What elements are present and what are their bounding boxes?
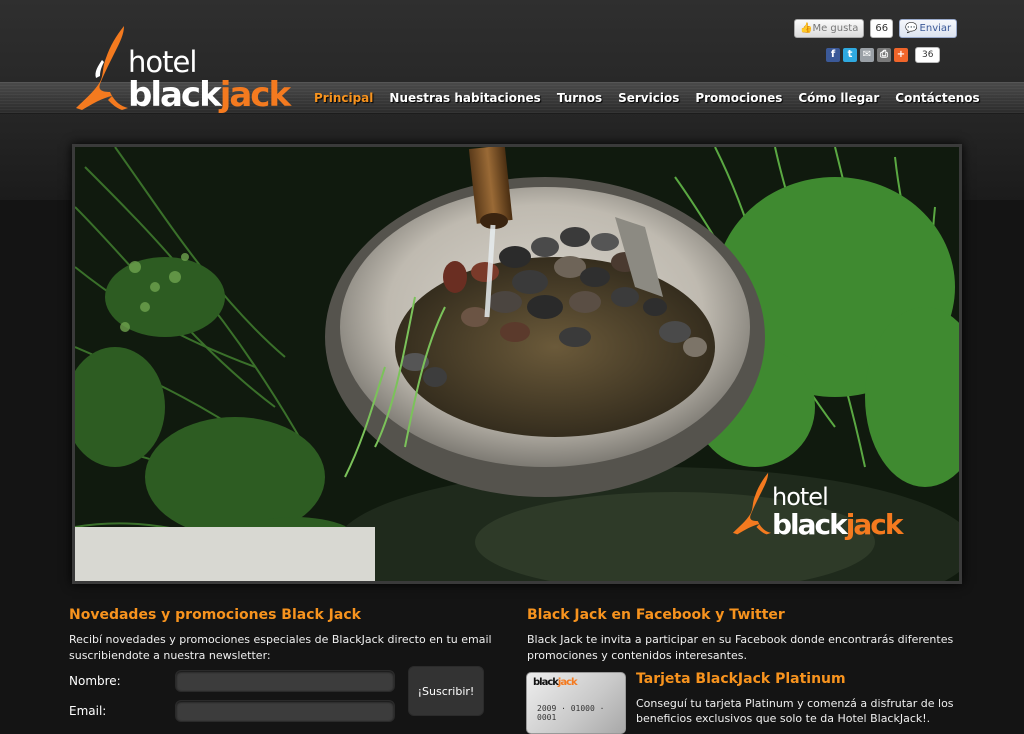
main-nav: Principal Nuestras habitaciones Turnos S…	[306, 90, 988, 110]
send-button[interactable]: 💬 Enviar	[899, 19, 958, 38]
nav-item-principal[interactable]: Principal	[306, 90, 381, 110]
plus-share-icon[interactable]: +	[894, 48, 908, 62]
share-bar: f t ✉ ⎙ + 36	[826, 47, 941, 63]
email-field[interactable]	[175, 700, 395, 722]
hero-logo-text-hotel: hotel	[772, 483, 829, 511]
hero-logo-text-blackjack: blackjack	[772, 508, 904, 541]
hero-logo-text-black: black	[772, 508, 848, 541]
facebook-title: Black Jack en Facebook y Twitter	[527, 607, 785, 623]
email-icon[interactable]: ✉	[860, 48, 874, 62]
newsletter-title: Novedades y promociones Black Jack	[69, 607, 361, 623]
newsletter-text: Recibí novedades y promociones especiale…	[69, 633, 492, 662]
like-button[interactable]: 👍Me gusta	[794, 19, 865, 38]
like-count: 66	[870, 19, 894, 38]
card-brand-jack: jack	[557, 677, 578, 688]
nav-item-turnos[interactable]: Turnos	[549, 90, 610, 110]
print-icon[interactable]: ⎙	[877, 48, 891, 62]
card-brand: blackjack	[533, 677, 578, 688]
nav-item-como-llegar[interactable]: Cómo llegar	[790, 90, 887, 110]
logo-text-blackjack: blackjack	[128, 75, 291, 115]
facebook-section: Black Jack en Facebook y Twitter Black J…	[527, 606, 957, 664]
hero-logo-figure-icon	[732, 472, 772, 535]
name-field[interactable]	[175, 670, 395, 692]
send-bubble-icon: 💬	[905, 23, 918, 34]
facebook-icon[interactable]: f	[826, 48, 840, 62]
platinum-title[interactable]: Tarjeta BlackJack Platinum	[636, 670, 956, 688]
like-thumb-icon: 👍	[800, 23, 813, 34]
logo-text-black: black	[128, 75, 222, 115]
logo-figure-icon	[76, 26, 128, 110]
twitter-icon[interactable]: t	[843, 48, 857, 62]
newsletter-section: Novedades y promociones Black Jack Recib…	[69, 606, 499, 664]
site-logo[interactable]: hotel blackjack	[72, 22, 294, 118]
card-number: 2009 · 01000 · 0001	[537, 704, 605, 722]
email-label: Email:	[69, 704, 107, 718]
hero-logo: hotel blackjack	[730, 467, 910, 547]
hero-logo-text-jack: jack	[845, 508, 904, 541]
email-row: Email:	[69, 700, 395, 722]
nav-item-promociones[interactable]: Promociones	[687, 90, 790, 110]
platinum-section: Tarjeta BlackJack Platinum Conseguí tu t…	[636, 670, 956, 726]
name-label: Nombre:	[69, 674, 121, 688]
nav-item-contactenos[interactable]: Contáctenos	[887, 90, 987, 110]
name-row: Nombre:	[69, 670, 395, 692]
logo-text-hotel: hotel	[128, 45, 197, 79]
like-label: Me gusta	[812, 23, 859, 34]
card-brand-black: black	[533, 677, 559, 688]
subscribe-button[interactable]: ¡Suscribir!	[408, 666, 484, 716]
nav-item-habitaciones[interactable]: Nuestras habitaciones	[381, 90, 548, 110]
send-label: Enviar	[919, 23, 952, 34]
hero-slideshow[interactable]: hotel blackjack	[72, 144, 962, 584]
facebook-text: Black Jack te invita a participar en su …	[527, 633, 954, 662]
share-count: 36	[915, 47, 941, 63]
platinum-card-image[interactable]: blackjack 2009 · 01000 · 0001	[526, 672, 626, 734]
nav-item-servicios[interactable]: Servicios	[610, 90, 687, 110]
logo-text-jack: jack	[219, 75, 291, 115]
platinum-text: Conseguí tu tarjeta Platinum y comenzá a…	[636, 697, 954, 725]
social-bar: 👍Me gusta 66 💬 Enviar	[794, 19, 958, 38]
